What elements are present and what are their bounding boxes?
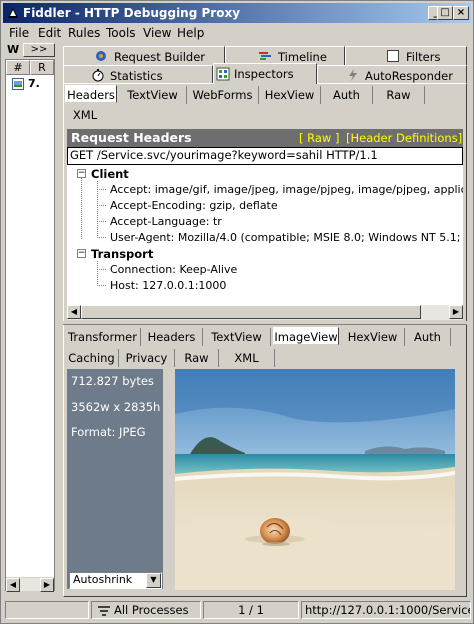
request-builder-icon xyxy=(96,51,106,61)
status-cell-empty xyxy=(5,601,89,619)
request-headers-title-bar: Request Headers [ Raw ] [Header Definiti… xyxy=(67,129,463,147)
chevron-down-icon[interactable]: ▼ xyxy=(146,573,161,588)
response-tab-transformer[interactable]: Transformer xyxy=(65,328,141,346)
menu-file[interactable]: File xyxy=(9,26,29,40)
menu-view[interactable]: View xyxy=(143,26,171,40)
session-pane-toggle[interactable]: W xyxy=(7,43,19,56)
header-user-agent[interactable]: User-Agent: Mozilla/4.0 (compatible; MSI… xyxy=(110,231,463,244)
status-url: http://127.0.0.1:1000/Service. xyxy=(301,601,471,619)
process-filter-label: All Processes xyxy=(114,603,189,617)
stopwatch-icon xyxy=(92,69,104,82)
checkbox-icon xyxy=(387,50,399,62)
request-tab-webforms[interactable]: WebForms xyxy=(187,86,259,104)
header-connection[interactable]: Connection: Keep-Alive xyxy=(110,263,237,276)
image-dimensions: 3562w x 2835h xyxy=(71,400,161,414)
window-title: Fiddler - HTTP Debugging Proxy xyxy=(23,6,241,20)
lightning-icon xyxy=(349,69,357,81)
tab-label: Inspectors xyxy=(234,67,294,81)
tab-request-builder[interactable]: Request Builder xyxy=(63,46,225,65)
response-tab-headers[interactable]: Headers xyxy=(141,328,203,346)
response-tab-caching[interactable]: Caching xyxy=(65,349,119,367)
headers-tree[interactable]: − Client Accept: image/gif, image/jpeg, … xyxy=(67,165,463,305)
request-line[interactable]: GET /Service.svc/yourimage?keyword=sahil… xyxy=(67,147,463,165)
request-tab-hexview[interactable]: HexView xyxy=(259,86,321,104)
raw-link[interactable]: [ Raw ] xyxy=(299,131,339,145)
response-tab-privacy[interactable]: Privacy xyxy=(119,349,175,367)
image-size: 712.827 bytes xyxy=(71,374,154,388)
fiddler-app-icon xyxy=(8,8,18,18)
session-count: 1 / 1 xyxy=(203,601,299,619)
menu-help[interactable]: Help xyxy=(177,26,204,40)
header-host[interactable]: Host: 127.0.0.1:1000 xyxy=(110,279,226,292)
process-filter[interactable]: All Processes xyxy=(91,601,201,619)
session-number: 7. xyxy=(28,77,40,90)
maximize-button[interactable]: □ xyxy=(437,6,453,20)
image-file-icon xyxy=(12,78,24,90)
tab-statistics[interactable]: Statistics xyxy=(63,65,213,84)
tab-label: Statistics xyxy=(110,69,163,83)
response-tab-textview[interactable]: TextView xyxy=(203,328,271,346)
timeline-icon xyxy=(259,52,271,60)
request-tab-textview[interactable]: TextView xyxy=(119,86,187,104)
scroll-left-button[interactable]: ◀ xyxy=(67,305,81,319)
title-bar[interactable]: Fiddler - HTTP Debugging Proxy _ □ × xyxy=(3,3,471,23)
tab-label: Timeline xyxy=(278,50,327,64)
header-accept-encoding[interactable]: Accept-Encoding: gzip, deflate xyxy=(110,199,278,212)
scroll-left-button[interactable]: ◀ xyxy=(6,578,20,592)
response-tab-raw[interactable]: Raw xyxy=(175,349,219,367)
close-button[interactable]: × xyxy=(453,6,469,20)
response-tab-hexview[interactable]: HexView xyxy=(341,328,405,346)
tab-label: Request Builder xyxy=(114,50,206,64)
menu-rules[interactable]: Rules xyxy=(68,26,100,40)
collapse-transport-icon[interactable]: − xyxy=(77,249,86,258)
column-header-result[interactable]: R xyxy=(30,60,54,75)
tab-label: AutoResponder xyxy=(365,69,453,83)
header-definitions-link[interactable]: [Header Definitions] xyxy=(346,131,462,145)
fiddler-window: Fiddler - HTTP Debugging Proxy _ □ × Fil… xyxy=(0,0,474,624)
scroll-thumb[interactable] xyxy=(81,305,421,319)
response-tab-imageview[interactable]: ImageView xyxy=(273,327,339,345)
request-tab-headers[interactable]: Headers xyxy=(65,85,117,103)
menu-edit[interactable]: Edit xyxy=(38,26,61,40)
panel-title: Request Headers xyxy=(71,130,192,145)
scroll-right-button[interactable]: ▶ xyxy=(449,305,463,319)
image-format: Format: JPEG xyxy=(71,425,146,439)
session-list-pane: W >> # R 7. ◀ ▶ xyxy=(3,42,58,599)
group-transport[interactable]: Transport xyxy=(91,247,153,261)
status-bar: All Processes 1 / 1 http://127.0.0.1:100… xyxy=(3,599,473,621)
session-row[interactable]: 7. xyxy=(7,76,53,92)
image-info-panel: 712.827 bytes 3562w x 2835h Format: JPEG xyxy=(67,369,163,589)
fit-mode-value: Autoshrink xyxy=(73,573,133,586)
menu-bar: File Edit Rules Tools View Help xyxy=(3,24,471,42)
tab-autoresponder[interactable]: AutoResponder xyxy=(317,65,467,84)
header-accept-language[interactable]: Accept-Language: tr xyxy=(110,215,222,228)
pane-splitter[interactable] xyxy=(58,42,62,599)
column-header-number[interactable]: # xyxy=(6,60,30,75)
request-tab-auth[interactable]: Auth xyxy=(321,86,373,104)
response-tab-xml[interactable]: XML xyxy=(219,349,275,367)
menu-tools[interactable]: Tools xyxy=(106,26,136,40)
tab-inspectors[interactable]: Inspectors xyxy=(213,63,317,84)
headers-horizontal-scrollbar[interactable]: ◀ ▶ xyxy=(67,305,463,320)
process-filter-icon xyxy=(98,606,110,616)
tab-label: Filters xyxy=(406,50,441,64)
request-tab-raw[interactable]: Raw xyxy=(373,86,425,104)
session-list-scrollbar[interactable]: ◀ ▶ xyxy=(6,577,54,592)
header-accept[interactable]: Accept: image/gif, image/jpeg, image/pjp… xyxy=(110,183,463,196)
tab-filters[interactable]: Filters xyxy=(345,46,467,65)
scroll-right-button[interactable]: ▶ xyxy=(40,578,54,592)
image-preview xyxy=(175,369,455,590)
beach-photo xyxy=(175,369,455,590)
session-list[interactable]: # R 7. ◀ ▶ xyxy=(5,59,55,592)
request-tab-xml[interactable]: XML xyxy=(65,106,105,124)
expand-button[interactable]: >> xyxy=(23,43,55,57)
group-client[interactable]: Client xyxy=(91,167,129,181)
inspectors-icon xyxy=(216,67,230,81)
response-tab-auth[interactable]: Auth xyxy=(405,328,451,346)
horizontal-splitter[interactable] xyxy=(63,321,467,325)
fit-mode-select[interactable]: Autoshrink ▼ xyxy=(69,572,162,589)
collapse-client-icon[interactable]: − xyxy=(77,169,86,178)
